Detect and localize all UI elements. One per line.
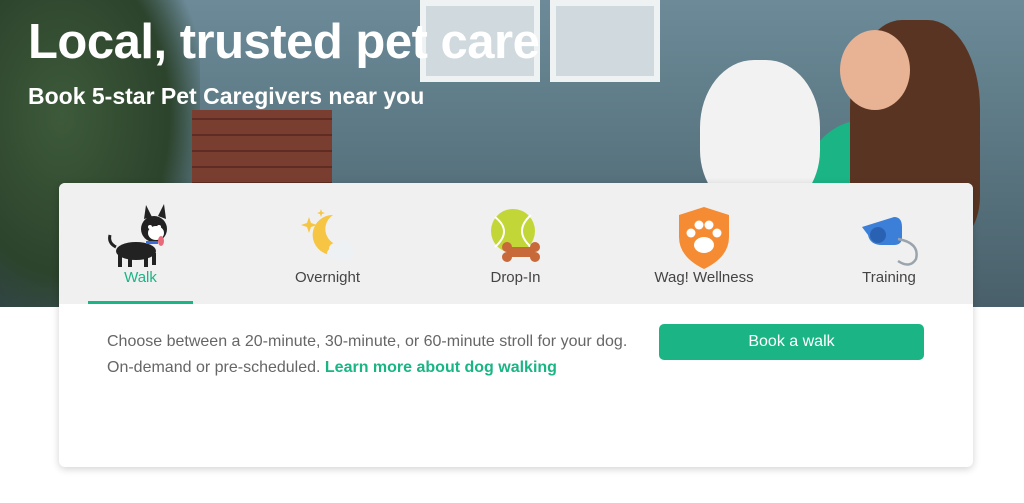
active-tab-indicator (88, 301, 193, 304)
hero-person-face (840, 30, 910, 110)
book-walk-button[interactable]: Book a walk (659, 324, 924, 360)
tab-training-label: Training (862, 269, 916, 286)
tab-walk[interactable]: Walk (88, 183, 193, 304)
hero-window (550, 0, 660, 82)
tab-drop-in-label: Drop-In (490, 269, 541, 286)
tab-training[interactable]: Training (839, 183, 939, 304)
tab-wag-wellness-label: Wag! Wellness (654, 269, 754, 286)
dog-walking-icon (107, 204, 167, 267)
tennis-ball-bone-icon (490, 209, 540, 262)
tab-overnight[interactable]: Overnight (275, 183, 380, 304)
service-selector-card: Walk Overnight Drop-In Wag! Wellness Tra… (59, 183, 973, 467)
tab-walk-label: Walk (124, 269, 157, 286)
tab-overnight-label: Overnight (294, 269, 361, 286)
paw-shield-icon (679, 207, 729, 269)
service-tabs: Walk Overnight Drop-In Wag! Wellness Tra… (59, 183, 973, 304)
page-subtitle: Book 5-star Pet Caregivers near you (28, 83, 425, 109)
tab-wag-wellness[interactable]: Wag! Wellness (649, 183, 759, 304)
learn-more-link[interactable]: Learn more about dog walking (325, 359, 557, 376)
page-title: Local, trusted pet care (28, 15, 540, 69)
moon-stars-icon (300, 209, 355, 260)
service-description: Choose between a 20-minute, 30-minute, o… (107, 329, 652, 381)
tab-drop-in[interactable]: Drop-In (463, 183, 568, 304)
whistle-icon (862, 217, 918, 266)
